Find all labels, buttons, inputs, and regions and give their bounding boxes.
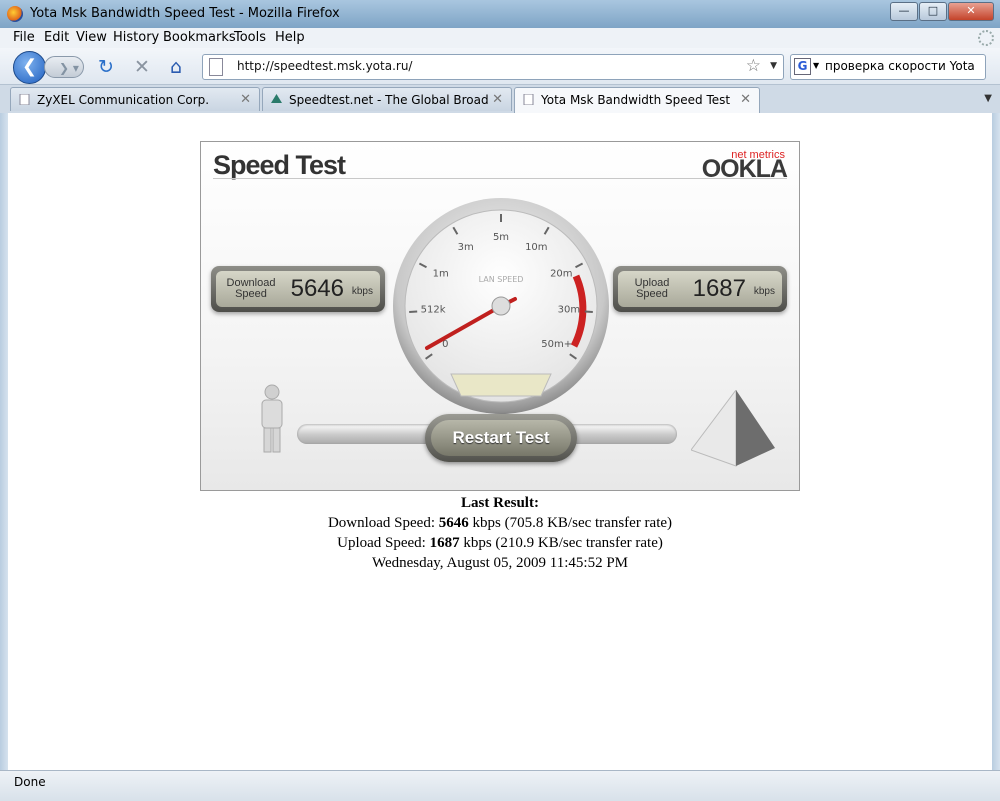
url-dropdown-icon[interactable]: ▼ xyxy=(770,61,777,71)
upload-label-line2: Speed xyxy=(636,288,668,300)
window-frame-left xyxy=(0,113,8,770)
gauge-hub xyxy=(491,296,511,316)
tab-close-icon[interactable]: ✕ xyxy=(740,92,751,107)
download-speed-panel: Download Speed 5646 kbps xyxy=(211,266,385,312)
gauge-tick-label: 10m xyxy=(525,242,547,253)
close-window-icon[interactable]: ✕ xyxy=(948,2,994,21)
forward-button[interactable]: ❯ ▾ xyxy=(44,56,84,78)
title-bar: Yota Msk Bandwidth Speed Test - Mozilla … xyxy=(0,0,1000,28)
upload-result-suffix: kbps (210.9 KB/sec transfer rate) xyxy=(459,535,663,551)
menu-bar: File Edit View History Bookmarks Tools H… xyxy=(0,28,1000,48)
gauge-tick-label: 5m xyxy=(493,232,509,243)
menu-file[interactable]: File xyxy=(13,30,35,45)
menu-edit[interactable]: Edit xyxy=(44,30,69,45)
download-unit: kbps xyxy=(351,286,373,297)
last-result-section: Last Result: Download Speed: 5646 kbps (… xyxy=(200,493,800,573)
page-icon xyxy=(209,58,223,76)
page-content: Speed Test net metrics OOKLA Download Spe… xyxy=(8,113,992,770)
home-icon[interactable]: ⌂ xyxy=(170,57,182,77)
search-engine-dropdown-icon[interactable]: ▼ xyxy=(813,61,819,70)
upload-result-line: Upload Speed: 1687 kbps (210.9 KB/sec tr… xyxy=(200,533,800,553)
gauge-tick-label: 512k xyxy=(421,304,446,315)
tab-close-icon[interactable]: ✕ xyxy=(240,92,251,107)
url-bar[interactable]: http://speedtest.msk.yota.ru/ ☆ ▼ xyxy=(202,54,784,80)
window-frame-right xyxy=(992,113,1000,770)
gauge-tick-mark xyxy=(584,310,593,313)
download-result-value: 5646 xyxy=(438,515,469,531)
back-button[interactable]: ❮ xyxy=(13,51,46,84)
download-result-prefix: Download Speed: xyxy=(327,515,439,531)
download-result-suffix: kbps (705.8 KB/sec transfer rate) xyxy=(468,515,673,531)
url-text[interactable]: http://speedtest.msk.yota.ru/ xyxy=(237,59,412,73)
ookla-logo[interactable]: OOKLA xyxy=(702,155,788,184)
server-pyramid-icon xyxy=(691,390,775,467)
firefox-icon xyxy=(7,6,23,22)
tab-label: Yota Msk Bandwidth Speed Test xyxy=(541,93,731,107)
upload-value: 1687 xyxy=(692,275,746,302)
download-label: Download Speed xyxy=(224,278,278,300)
search-bar[interactable]: G ▼ xyxy=(790,54,986,80)
menu-bookmarks[interactable]: Bookmarks xyxy=(163,30,236,45)
gauge-tick-label: 1m xyxy=(433,269,449,280)
download-result-line: Download Speed: 5646 kbps (705.8 KB/sec … xyxy=(200,513,800,533)
tab-speedtest-net[interactable]: Speedtest.net - The Global Broadba... ✕ xyxy=(262,87,512,111)
user-figure-icon xyxy=(261,384,283,453)
download-label-line2: Speed xyxy=(235,288,267,300)
bookmark-star-icon[interactable]: ☆ xyxy=(746,56,761,76)
menu-view[interactable]: View xyxy=(76,30,107,45)
download-panel-face: Download Speed 5646 kbps xyxy=(216,271,380,307)
upload-result-prefix: Upload Speed: xyxy=(337,535,430,551)
tab-label: ZyXEL Communication Corp. xyxy=(37,93,210,107)
search-input[interactable] xyxy=(825,57,981,75)
upload-result-value: 1687 xyxy=(429,535,460,551)
forward-arrow-icon: ❯ ▾ xyxy=(59,61,79,75)
reload-icon[interactable]: ↻ xyxy=(98,57,114,77)
throbber-icon xyxy=(978,30,994,46)
google-icon[interactable]: G xyxy=(794,58,811,75)
tab-bar: ZyXEL Communication Corp. ✕ Speedtest.ne… xyxy=(0,85,1000,114)
gauge-tick-label: 3m xyxy=(458,242,474,253)
page-icon xyxy=(19,94,30,105)
upload-label: Upload Speed xyxy=(632,278,672,300)
title-divider xyxy=(213,178,787,179)
gauge-display-window xyxy=(450,373,552,397)
gauge-tick-label: 20m xyxy=(550,269,572,280)
restart-test-button[interactable]: Restart Test xyxy=(425,414,577,462)
window-title: Yota Msk Bandwidth Speed Test - Mozilla … xyxy=(30,6,340,21)
minimize-icon[interactable]: — xyxy=(890,2,918,21)
status-bar: Done xyxy=(0,770,1000,801)
tab-close-icon[interactable]: ✕ xyxy=(492,92,503,107)
result-timestamp: Wednesday, August 05, 2009 11:45:52 PM xyxy=(371,555,628,571)
tab-list-dropdown-icon[interactable]: ▼ xyxy=(984,93,992,104)
status-text: Done xyxy=(14,775,46,789)
window-controls: — □ ✕ xyxy=(889,2,994,21)
last-result-heading: Last Result: xyxy=(461,495,539,511)
menu-tools[interactable]: Tools xyxy=(234,30,266,45)
maximize-icon[interactable]: □ xyxy=(919,2,947,21)
upload-panel-face: Upload Speed 1687 kbps xyxy=(618,271,782,307)
speed-test-widget: Speed Test net metrics OOKLA Download Spe… xyxy=(200,141,800,491)
page-icon xyxy=(523,94,534,105)
restart-test-label: Restart Test xyxy=(431,420,571,456)
gauge-center-label: LAN SPEED xyxy=(479,275,524,284)
speedtest-favicon-icon xyxy=(271,94,282,103)
gauge-tick-label: 50m+ xyxy=(541,339,572,350)
tab-zyxel[interactable]: ZyXEL Communication Corp. ✕ xyxy=(10,87,260,111)
widget-title: Speed Test xyxy=(213,150,346,180)
download-value: 5646 xyxy=(290,275,344,302)
browser-window: Yota Msk Bandwidth Speed Test - Mozilla … xyxy=(0,0,1000,801)
tab-yota-speed-test[interactable]: Yota Msk Bandwidth Speed Test ✕ xyxy=(514,87,760,113)
gauge-tick-mark xyxy=(409,310,418,313)
back-arrow-icon: ❮ xyxy=(21,56,38,77)
upload-speed-panel: Upload Speed 1687 kbps xyxy=(613,266,787,312)
stop-icon[interactable]: ✕ xyxy=(134,57,150,77)
tab-label: Speedtest.net - The Global Broadba... xyxy=(289,93,489,107)
menu-help[interactable]: Help xyxy=(275,30,305,45)
gauge-tick-label: 30m xyxy=(558,304,580,315)
upload-unit: kbps xyxy=(753,286,775,297)
menu-history[interactable]: History xyxy=(113,30,159,45)
speedometer-gauge: 0512k1m3m5m10m20m30m50m+ LAN SPEED xyxy=(393,198,609,414)
